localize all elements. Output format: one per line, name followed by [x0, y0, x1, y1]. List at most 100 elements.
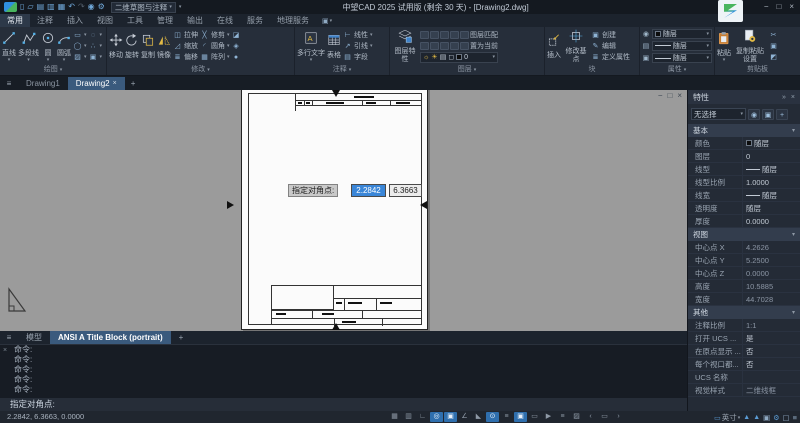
annotation-autoscale-icon[interactable]: ▲	[753, 414, 760, 421]
workspace-switch-gear-icon[interactable]: ⚙	[773, 414, 779, 422]
selection-dropdown[interactable]: 无选择▾	[691, 108, 746, 120]
save-as-icon[interactable]: ▥	[47, 2, 55, 12]
paste-button[interactable]: 粘贴 ▾	[717, 31, 731, 62]
close-button[interactable]: ×	[789, 1, 794, 13]
next-control-icon[interactable]: ›	[612, 412, 625, 422]
save-icon[interactable]: ▤	[37, 2, 45, 12]
layer-tool-icon[interactable]	[430, 31, 439, 39]
property-row-ucs-origin[interactable]: 在原点显示 ...否	[688, 345, 800, 358]
qat-more-icon[interactable]: ▾	[179, 5, 182, 9]
edit-base-point-button[interactable]: 修改基点	[563, 29, 589, 64]
doc-tab-drawing2[interactable]: Drawing2×	[68, 77, 125, 90]
add-layout-button[interactable]: +	[171, 331, 192, 344]
layer-tool-icon[interactable]	[460, 42, 469, 50]
hatch-button[interactable]: ▨▾	[73, 52, 87, 62]
tab-online[interactable]: 在线	[210, 14, 240, 27]
property-row-center-y[interactable]: 中心点 Y5.2500	[688, 254, 800, 267]
grid-display-toggle[interactable]: ▦	[388, 412, 401, 422]
close-tab-icon[interactable]: ×	[113, 77, 117, 90]
rotate-button[interactable]: 旋转	[125, 33, 139, 60]
table-button[interactable]: 表格	[327, 33, 341, 60]
new-drawing-tab-button[interactable]: +	[125, 77, 142, 90]
doc-menu-icon[interactable]: ≡	[0, 77, 18, 90]
match-properties-button[interactable]: ●	[232, 52, 241, 62]
layer-tool-icon[interactable]	[420, 42, 429, 50]
redo-icon[interactable]: ↷	[78, 2, 85, 12]
property-row-linetype[interactable]: 线型随层	[688, 163, 800, 176]
tab-output[interactable]: 输出	[180, 14, 210, 27]
layer-match-button[interactable]: 图层匹配	[470, 30, 498, 40]
tab-view[interactable]: 视图	[90, 14, 120, 27]
prev-control-icon[interactable]: ‹	[584, 412, 597, 422]
properties-palette-header[interactable]: 特性 » ×	[688, 90, 800, 104]
mtext-button[interactable]: A 多行文字 ▾	[297, 31, 325, 62]
property-row-ucs-on[interactable]: 打开 UCS ...是	[688, 332, 800, 345]
panel-label-modify[interactable]: 修改▾	[107, 65, 294, 75]
set-current-layer-button[interactable]: 置为当前	[470, 41, 498, 51]
points-button[interactable]: ∴▾	[89, 41, 103, 51]
layout-menu-icon[interactable]: ≡	[0, 331, 18, 344]
tab-tools[interactable]: 工具	[120, 14, 150, 27]
property-row-layer[interactable]: 图层0	[688, 150, 800, 163]
linear-dimension-button[interactable]: ⊢线性▾	[343, 30, 373, 40]
property-row-center-x[interactable]: 中心点 X4.2626	[688, 241, 800, 254]
workspace-gear-icon[interactable]: ⚙	[98, 2, 105, 12]
property-row-ucs-name[interactable]: UCS 名称	[688, 371, 800, 384]
define-attributes-button[interactable]: ≣定义属性	[591, 52, 630, 62]
doc-close-icon[interactable]: ×	[677, 91, 682, 100]
select-objects-icon[interactable]: ▣	[762, 109, 774, 120]
workspace-dropdown[interactable]: 二维草图与注释 ▾	[111, 2, 176, 13]
section-other[interactable]: 其他▾	[688, 306, 800, 319]
isometric-draft-toggle[interactable]: ◣	[472, 412, 485, 422]
line-button[interactable]: 直线 ▾	[2, 31, 16, 62]
tab-manage[interactable]: 管理	[150, 14, 180, 27]
stretch-button[interactable]: ◫拉伸	[173, 30, 198, 40]
maximize-button[interactable]: □	[776, 1, 781, 13]
doc-tab-drawing1[interactable]: Drawing1	[18, 77, 68, 90]
rectangle-button[interactable]: ▭▾	[73, 30, 87, 40]
circle-button[interactable]: 圆 ▾	[41, 31, 55, 62]
ellipse-button[interactable]: ◯▾	[73, 41, 87, 51]
layer-properties-button[interactable]: 图层特性	[392, 29, 418, 64]
panel-label-layer[interactable]: 图层▾	[390, 65, 544, 75]
panel-label-block[interactable]: 块	[545, 65, 639, 75]
insert-block-button[interactable]: 插入	[547, 33, 561, 60]
property-row-ucs-per-viewport[interactable]: 每个视口都...否	[688, 358, 800, 371]
copy-paste-settings-button[interactable]: 复制粘贴设置	[733, 29, 767, 64]
property-row-visual-style[interactable]: 视觉样式二维线框	[688, 384, 800, 397]
layer-tool-icon[interactable]	[440, 42, 449, 50]
tab-insert[interactable]: 插入	[60, 14, 90, 27]
layer-plot-icon[interactable]: ▤	[440, 53, 447, 61]
layer-on-icon[interactable]: ☼	[423, 54, 429, 61]
ribbon-display-toggle[interactable]: ▣ ▾	[322, 17, 332, 25]
property-row-color[interactable]: 颜色随层	[688, 137, 800, 150]
object-snap-tracking-toggle[interactable]: ▣	[444, 412, 457, 422]
isolate-objects-toggle[interactable]: ▨	[570, 412, 583, 422]
explode-button[interactable]: ◈	[232, 41, 241, 51]
section-view[interactable]: 视图▾	[688, 228, 800, 241]
move-button[interactable]: 移动	[109, 33, 123, 60]
mirror-button[interactable]: 镜像	[157, 33, 171, 60]
fillet-button[interactable]: ◜圆角▾	[200, 41, 230, 51]
field-button[interactable]: ▤字段	[343, 52, 373, 62]
layer-lock-icon[interactable]: ◻	[448, 53, 454, 61]
quick-view-icon[interactable]: ▭	[598, 412, 611, 422]
close-palette-icon[interactable]: ×	[791, 94, 795, 101]
undo-icon[interactable]: ↶	[68, 2, 75, 12]
property-row-lineweight[interactable]: 线宽随层	[688, 189, 800, 202]
toggle-pickadd-icon[interactable]: ◉	[748, 109, 760, 120]
panel-label-properties[interactable]: 属性▾	[640, 65, 714, 75]
copy-button[interactable]: 复制	[141, 33, 155, 60]
quick-properties-toggle[interactable]: ≡	[556, 412, 569, 422]
linetype-dropdown[interactable]: 随层▾	[652, 53, 712, 63]
layout-tab-ansi-a[interactable]: ANSI A Title Block (portrait)	[50, 331, 171, 344]
trim-button[interactable]: ╳修剪▾	[200, 30, 230, 40]
customize-status-icon[interactable]: ≡	[793, 413, 797, 422]
layer-tool-icon[interactable]	[450, 31, 459, 39]
command-close-icon[interactable]: ×	[3, 347, 7, 354]
tab-geo[interactable]: 地理服务	[270, 14, 316, 27]
layer-tool-icon[interactable]	[420, 31, 429, 39]
command-input-line[interactable]: 指定对角点:	[0, 398, 687, 411]
copy-clip-button[interactable]: ▣	[769, 41, 778, 51]
ortho-mode-toggle[interactable]: ∠	[458, 412, 471, 422]
